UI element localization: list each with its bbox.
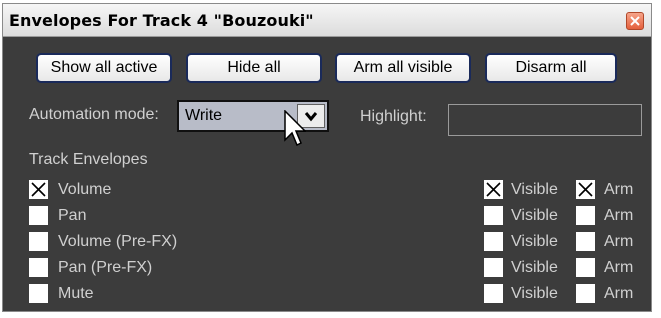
window-title: Envelopes For Track 4 "Bouzouki" [9,11,314,30]
arm-checkbox-volume-pre-fx[interactable] [576,232,595,251]
envelope-enabled-checkbox-pan[interactable] [29,206,48,225]
highlight-label: Highlight: [360,108,427,125]
envelope-name-volume: Volume [58,181,112,198]
automation-mode-value: Write [185,107,223,124]
envelope-name-volume-pre-fx: Volume (Pre-FX) [58,233,178,250]
envelopes-window: Envelopes For Track 4 "Bouzouki" Show al… [2,3,652,312]
disarm-all-button[interactable]: Disarm all [485,53,617,83]
close-icon [630,16,640,26]
arm-checkbox-pan-pre-fx[interactable] [576,258,595,277]
arm-label: Arm [604,259,634,276]
checkmark-x-icon [31,182,46,197]
arm-label: Arm [604,233,634,250]
visible-checkbox-volume-pre-fx[interactable] [484,232,503,251]
checkmark-x-icon [486,182,501,197]
show-all-active-button[interactable]: Show all active [36,53,172,83]
track-envelopes-label: Track Envelopes [29,151,148,168]
hide-all-button[interactable]: Hide all [186,53,322,83]
envelope-name-pan-pre-fx: Pan (Pre-FX) [58,259,153,276]
visible-checkbox-pan[interactable] [484,206,503,225]
visible-checkbox-pan-pre-fx[interactable] [484,258,503,277]
envelope-enabled-checkbox-volume-pre-fx[interactable] [29,232,48,251]
title-bar: Envelopes For Track 4 "Bouzouki" [3,4,651,37]
envelope-enabled-checkbox-pan-pre-fx[interactable] [29,258,48,277]
arm-all-visible-button[interactable]: Arm all visible [335,53,471,83]
arm-checkbox-mute[interactable] [576,284,595,303]
visible-label: Visible [511,181,558,198]
automation-mode-select[interactable]: Write [177,100,329,132]
visible-label: Visible [511,285,558,302]
arm-checkbox-volume[interactable] [576,180,595,199]
visible-label: Visible [511,207,558,224]
checkmark-x-icon [578,182,593,197]
arm-label: Arm [604,285,634,302]
arm-label: Arm [604,207,634,224]
envelope-enabled-checkbox-mute[interactable] [29,284,48,303]
close-button[interactable] [626,12,644,30]
arm-label: Arm [604,181,634,198]
mouse-cursor-icon [284,110,306,147]
envelope-name-mute: Mute [58,285,94,302]
automation-mode-label: Automation mode: [29,106,159,123]
visible-label: Visible [511,233,558,250]
arm-checkbox-pan[interactable] [576,206,595,225]
envelope-name-pan: Pan [58,207,87,224]
visible-label: Visible [511,259,558,276]
visible-checkbox-mute[interactable] [484,284,503,303]
highlight-input[interactable] [448,104,642,136]
visible-checkbox-volume[interactable] [484,180,503,199]
envelope-enabled-checkbox-volume[interactable] [29,180,48,199]
